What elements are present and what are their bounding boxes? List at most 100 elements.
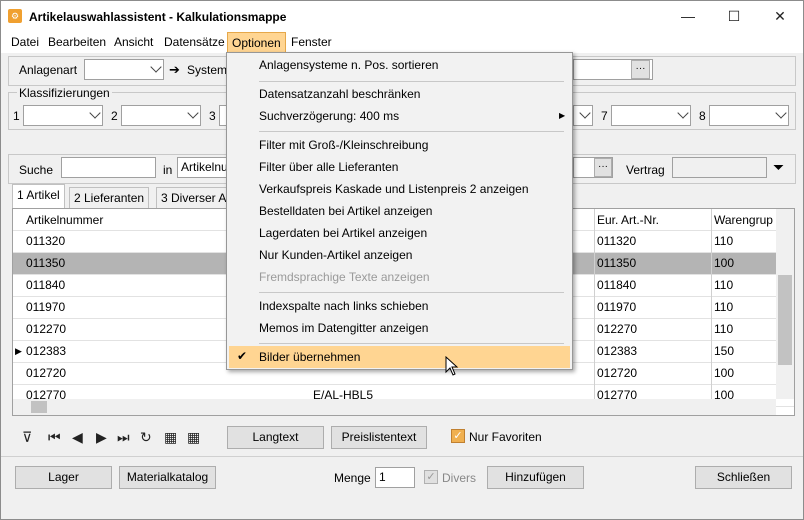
minimize-button[interactable]: — <box>665 1 711 32</box>
klass-combo-1[interactable] <box>23 105 103 126</box>
cell-warengruppe: 110 <box>714 300 734 314</box>
klass-slot-label: 8 <box>699 109 706 123</box>
submenu-arrow-icon: ▶ <box>559 111 566 120</box>
menu-ansicht[interactable]: Ansicht <box>114 35 153 49</box>
in-label: in <box>163 163 173 177</box>
scrollbar-thumb[interactable] <box>778 275 792 365</box>
column-divider <box>594 209 595 407</box>
browse-button[interactable]: ··· <box>594 158 612 177</box>
vertrag-label: Vertrag <box>626 163 665 177</box>
last-record-icon[interactable]: ⏭ <box>117 429 130 446</box>
column-header[interactable]: Artikelnummer <box>26 213 103 227</box>
hinzufuegen-button[interactable]: Hinzufügen <box>487 466 584 489</box>
grid-export-icon[interactable]: ▦ <box>164 429 177 446</box>
langtext-button[interactable]: Langtext <box>227 426 324 449</box>
cell-eur-nr: 011350 <box>597 256 637 270</box>
lager-button[interactable]: Lager <box>15 466 112 489</box>
cell-eur-nr: 012383 <box>597 344 638 358</box>
cell-artikelnummer: 012383 <box>26 344 67 358</box>
menu-separator <box>259 343 564 344</box>
menu-item-anlagensysteme-sortieren[interactable]: Anlagensysteme n. Pos. sortieren <box>229 54 570 76</box>
menu-separator <box>259 81 564 82</box>
refresh-icon[interactable]: ↻ <box>140 429 152 446</box>
mouse-cursor-icon <box>445 356 459 376</box>
first-record-icon[interactable]: ⏮ <box>48 429 61 446</box>
horizontal-scrollbar[interactable] <box>13 399 776 415</box>
chevron-down-icon <box>579 107 591 119</box>
maximize-button[interactable]: ☐ <box>711 1 757 32</box>
klass-combo-8[interactable] <box>709 105 789 126</box>
anlagenart-combo[interactable] <box>84 59 164 80</box>
systeme-label: System <box>187 63 228 77</box>
menu-item-filter-gross-klein[interactable]: Filter mit Groß-/Kleinschreibung <box>229 134 570 156</box>
menu-bar: Datei Bearbeiten Ansicht Datensätze Opti… <box>1 32 803 53</box>
tab-lieferanten[interactable]: 2 Lieferanten <box>69 187 150 208</box>
menu-item-datensatzanzahl[interactable]: Datensatzanzahl beschränken <box>229 83 570 105</box>
klass-combo-2[interactable] <box>121 105 201 126</box>
klass-combo-7[interactable] <box>611 105 691 126</box>
search-in-field[interactable]: Artikelnu <box>177 157 229 178</box>
menu-item-fremdsprachige-texte[interactable]: Fremdsprachige Texte anzeigen <box>229 266 570 288</box>
cell-eur-nr: 011970 <box>597 300 637 314</box>
menu-item-bestelldaten[interactable]: Bestelldaten bei Artikel anzeigen <box>229 200 570 222</box>
scrollbar-thumb[interactable] <box>31 401 47 413</box>
menu-datei[interactable]: Datei <box>11 35 39 49</box>
cell-eur-nr: 012270 <box>597 322 638 336</box>
column-header[interactable]: Warengrup <box>714 213 773 227</box>
cell-eur-nr: 011320 <box>597 234 637 248</box>
menu-separator <box>259 131 564 132</box>
chevron-down-icon <box>89 107 101 119</box>
menu-bearbeiten[interactable]: Bearbeiten <box>48 35 106 49</box>
materialkatalog-button[interactable]: Materialkatalog <box>119 466 216 489</box>
suche-label: Suche <box>19 163 54 177</box>
menu-item-verkaufspreis-kaskade[interactable]: Verkaufspreis Kaskade und Listenpreis 2 … <box>229 178 570 200</box>
menu-separator <box>259 292 564 293</box>
menge-input[interactable]: 1 <box>375 467 415 488</box>
column-divider <box>711 209 712 407</box>
klass-combo-6[interactable] <box>573 105 593 126</box>
filter-remove-icon[interactable]: ⊽ <box>22 429 32 446</box>
preislistentext-button[interactable]: Preislistentext <box>331 426 427 449</box>
menu-datensaetze[interactable]: Datensätze <box>164 35 225 49</box>
menu-item-filter-alle-lieferanten[interactable]: Filter über alle Lieferanten <box>229 156 570 178</box>
menu-item-bilder-uebernehmen[interactable]: Bilder übernehmen <box>229 346 570 368</box>
chevron-down-icon <box>187 107 199 119</box>
chevron-down-icon <box>150 61 162 73</box>
cell-warengruppe: 100 <box>714 366 735 380</box>
menu-item-suchverzoegerung[interactable]: Suchverzögerung: 400 ms <box>229 105 570 127</box>
menu-fenster[interactable]: Fenster <box>291 35 332 49</box>
grid-settings-icon[interactable]: ▦ <box>187 429 200 446</box>
chevron-down-icon <box>775 107 787 119</box>
systeme-browse-button[interactable]: ··· <box>631 60 650 79</box>
anlagenart-label: Anlagenart <box>19 63 78 77</box>
schliessen-button[interactable]: Schließen <box>695 466 792 489</box>
menu-item-lagerdaten[interactable]: Lagerdaten bei Artikel anzeigen <box>229 222 570 244</box>
vertrag-field[interactable] <box>672 157 767 178</box>
vertical-scrollbar[interactable] <box>776 209 794 399</box>
cell-artikelnummer: 011320 <box>26 234 66 248</box>
cell-warengruppe: 110 <box>714 278 734 292</box>
cell-warengruppe: 110 <box>714 322 734 336</box>
menu-item-indexspalte[interactable]: Indexspalte nach links schieben <box>229 295 570 317</box>
klass-slot-label: 7 <box>601 109 608 123</box>
nur-favoriten-checkbox[interactable]: ✓ <box>451 429 465 443</box>
tab-diverser[interactable]: 3 Diverser A <box>156 187 228 208</box>
cell-eur-nr: 012720 <box>597 366 638 380</box>
tab-artikel[interactable]: 1 Artikel <box>12 184 65 208</box>
menu-item-nur-kunden-artikel[interactable]: Nur Kunden-Artikel anzeigen <box>229 244 570 266</box>
cell-warengruppe: 100 <box>714 256 735 270</box>
close-button[interactable]: ✕ <box>757 1 803 32</box>
cell-artikelnummer: 012720 <box>26 366 67 380</box>
menu-optionen[interactable]: Optionen <box>227 32 286 53</box>
menu-item-memos[interactable]: Memos im Datengitter anzeigen <box>229 317 570 339</box>
search-input[interactable] <box>61 157 156 178</box>
next-record-icon[interactable]: ▶ <box>96 429 107 446</box>
divers-checkbox[interactable]: ✓ <box>424 470 438 484</box>
chevron-down-icon <box>677 107 689 119</box>
app-icon: ⚙ <box>8 9 22 23</box>
current-row-indicator-icon: ▶ <box>15 346 22 356</box>
filter-clear-icon[interactable]: ⏷ <box>773 159 784 176</box>
cell-artikelnummer: 012270 <box>26 322 67 336</box>
column-header[interactable]: Eur. Art.-Nr. <box>597 213 659 227</box>
prior-record-icon[interactable]: ◀ <box>72 429 83 446</box>
